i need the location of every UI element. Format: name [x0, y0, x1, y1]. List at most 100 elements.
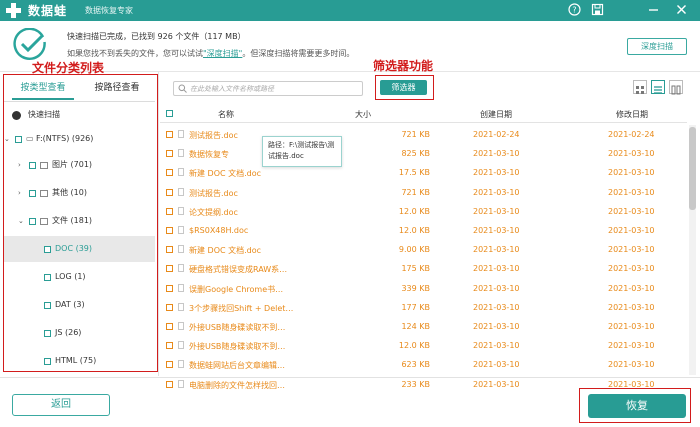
tree-label: 其他 (10) — [52, 188, 87, 197]
quick-scan-row[interactable]: 快速扫描 — [4, 102, 155, 128]
svg-text:?: ? — [572, 6, 576, 15]
row-checkbox[interactable] — [166, 303, 173, 311]
detail-view-icon[interactable] — [669, 80, 683, 95]
row-checkbox[interactable] — [166, 380, 173, 388]
tree-checkbox[interactable] — [44, 274, 51, 281]
list-view-icon[interactable] — [651, 80, 665, 94]
file-modified: 2021-03-10 — [608, 283, 655, 293]
tree-item-other[interactable]: › 其他 (10) — [4, 180, 155, 206]
table-row[interactable]: 数据恢复专 825 KB 2021-03-10 2021-03-10 — [160, 144, 687, 163]
file-size: 124 KB — [401, 322, 430, 331]
deep-scan-button[interactable]: 深度扫描 — [627, 38, 687, 55]
tree-label: DOC (39) — [55, 244, 93, 253]
table-row[interactable]: 外接USB随身碟读取不到… 12.0 KB 2021-03-10 2021-03-10 — [160, 336, 687, 355]
scan-hint: 如果您找不到丢失的文件，您可以试试"深度扫描"。但深度扫描将需要更多时间。 — [67, 48, 354, 59]
row-checkbox[interactable] — [166, 323, 173, 330]
select-all-checkbox[interactable] — [166, 110, 173, 117]
row-checkbox[interactable] — [166, 246, 173, 254]
document-icon — [178, 130, 184, 138]
recover-button[interactable]: 恢复 — [588, 394, 686, 418]
file-modified: 2021-03-10 — [608, 168, 655, 178]
row-checkbox[interactable] — [166, 131, 173, 138]
tree-checkbox[interactable] — [15, 136, 22, 143]
tab-by-type[interactable]: 按类型查看 — [12, 80, 74, 100]
column-modified[interactable]: 修改日期 — [616, 109, 648, 120]
file-name: 测试报告.doc — [189, 188, 238, 198]
file-name: 新建 DOC 文档.doc — [189, 169, 262, 179]
tree-checkbox[interactable] — [44, 358, 51, 365]
chevron-down-icon[interactable]: ⌄ — [18, 208, 24, 234]
table-row[interactable]: 测试报告.doc 721 KB 2021-02-24 2021-02-24 — [160, 125, 687, 144]
row-checkbox[interactable] — [166, 284, 173, 292]
minimize-icon[interactable] — [645, 3, 661, 18]
file-modified: 2021-03-10 — [608, 341, 655, 351]
tree-checkbox[interactable] — [44, 302, 51, 309]
file-name: 3个步骤找回Shift + Delet… — [189, 303, 294, 313]
row-checkbox[interactable] — [166, 342, 173, 350]
help-icon[interactable]: ? — [566, 3, 582, 18]
tree-item-documents[interactable]: ⌄ 文件 (181) — [4, 208, 155, 234]
row-checkbox[interactable] — [166, 227, 173, 234]
search-input[interactable]: 在此处输入文件名称或路径 — [173, 81, 363, 96]
column-name[interactable]: 名称 — [218, 109, 234, 120]
column-created[interactable]: 创建日期 — [480, 109, 512, 120]
tab-by-path[interactable]: 按路径查看 — [86, 80, 148, 100]
tree-item-images[interactable]: › 图片 (701) — [4, 152, 155, 178]
row-checkbox[interactable] — [166, 188, 173, 196]
tree-label: DAT (3) — [55, 300, 85, 309]
document-icon — [178, 302, 184, 311]
row-checkbox[interactable] — [166, 361, 173, 369]
file-modified: 2021-03-10 — [608, 245, 655, 255]
row-checkbox[interactable] — [166, 150, 173, 158]
scan-hint-prefix: 如果您找不到丢失的文件，您可以试试 — [67, 49, 203, 58]
document-icon — [178, 226, 184, 234]
table-row[interactable]: 测试报告.doc 721 KB 2021-03-10 2021-03-10 — [160, 183, 687, 202]
row-checkbox[interactable] — [166, 207, 173, 215]
table-row[interactable]: 新建 DOC 文档.doc 9.00 KB 2021-03-10 2021-03-10 — [160, 240, 687, 259]
file-modified: 2021-03-10 — [608, 226, 655, 235]
tree-checkbox[interactable] — [29, 190, 36, 197]
tree-checkbox[interactable] — [29, 218, 36, 225]
file-modified: 2021-02-24 — [608, 130, 655, 139]
tree-label: 图片 (701) — [52, 160, 93, 169]
table-row[interactable]: 硬盘格式错误变成RAW系… 175 KB 2021-03-10 2021-03-10 — [160, 259, 687, 278]
row-checkbox[interactable] — [166, 169, 173, 177]
file-size: 17.5 KB — [398, 168, 430, 178]
table-row[interactable]: 论文提纲.doc 12.0 KB 2021-03-10 2021-03-10 — [160, 202, 687, 221]
search-placeholder: 在此处输入文件名称或路径 — [190, 85, 274, 93]
tree-item-log[interactable]: LOG (1) — [4, 264, 155, 290]
table-row[interactable]: 数据蛙网站后台文章编辑… 623 KB 2021-03-10 2021-03-10 — [160, 355, 687, 374]
column-size[interactable]: 大小 — [355, 109, 371, 120]
file-created: 2021-03-10 — [473, 264, 520, 274]
deep-scan-link[interactable]: "深度扫描" — [203, 49, 242, 58]
tree-item-drive[interactable]: ⌄ ▭ F:(NTFS) (926) — [4, 126, 155, 152]
grid-view-icon[interactable] — [633, 80, 647, 94]
scrollbar-thumb[interactable] — [689, 127, 696, 210]
tree-checkbox[interactable] — [44, 330, 51, 337]
chevron-down-icon[interactable]: ⌄ — [4, 126, 10, 152]
chevron-right-icon[interactable]: › — [18, 180, 21, 206]
tree-label: JS (26) — [55, 328, 82, 337]
table-row[interactable]: 3个步骤找回Shift + Delet… 177 KB 2021-03-10 2021… — [160, 298, 687, 317]
file-modified: 2021-03-10 — [608, 264, 655, 274]
row-checkbox[interactable] — [166, 265, 173, 273]
table-row[interactable]: 新建 DOC 文档.doc 17.5 KB 2021-03-10 2021-03-10 — [160, 163, 687, 182]
filter-button[interactable]: 筛选器 — [380, 80, 427, 95]
tree-item-doc[interactable]: DOC (39) — [4, 236, 155, 262]
tree-item-html[interactable]: HTML (75) — [4, 348, 155, 374]
file-size: 175 KB — [401, 264, 430, 274]
tree-item-dat[interactable]: DAT (3) — [4, 292, 155, 318]
save-icon[interactable] — [589, 3, 605, 18]
tree-checkbox[interactable] — [44, 246, 51, 253]
tree-item-js[interactable]: JS (26) — [4, 320, 155, 346]
file-modified: 2021-03-10 — [608, 360, 655, 370]
table-row[interactable]: $RS0X48H.doc 12.0 KB 2021-03-10 2021-03-10 — [160, 221, 687, 240]
close-icon[interactable] — [673, 3, 689, 18]
file-created: 2021-03-10 — [473, 168, 520, 178]
scrollbar[interactable] — [689, 125, 696, 375]
table-row[interactable]: 误删Google Chrome书… 339 KB 2021-03-10 2021-03… — [160, 279, 687, 298]
back-button[interactable]: 返回 — [12, 394, 110, 416]
chevron-right-icon[interactable]: › — [18, 152, 21, 178]
table-row[interactable]: 外接USB随身碟读取不到… 124 KB 2021-03-10 2021-03-10 — [160, 317, 687, 336]
tree-checkbox[interactable] — [29, 162, 36, 169]
